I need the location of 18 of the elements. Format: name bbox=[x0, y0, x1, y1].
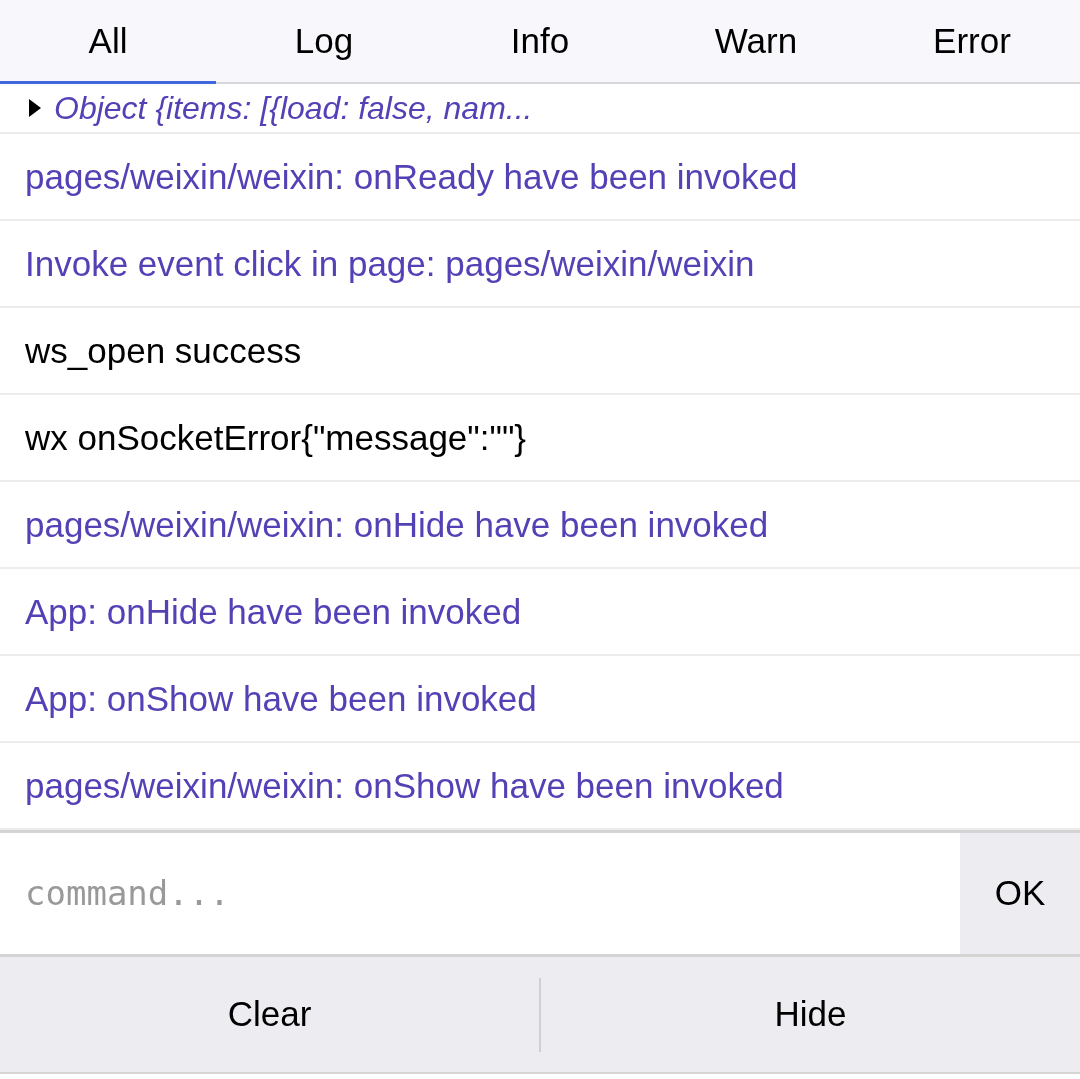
filter-tab[interactable]: All bbox=[0, 0, 216, 82]
filter-tab[interactable]: Info bbox=[432, 0, 648, 82]
log-message: pages/weixin/weixin: onHide have been invoked bbox=[25, 503, 769, 546]
log-message: ws_open success bbox=[25, 329, 302, 372]
log-message: Invoke event click in page: pages/weixin/weixin bbox=[25, 242, 755, 285]
log-message: App: onShow have been invoked bbox=[25, 677, 537, 720]
log-message: pages/weixin/weixin: onReady have been invoked bbox=[25, 155, 798, 198]
filter-tab[interactable]: Log bbox=[216, 0, 432, 82]
expand-triangle-icon[interactable] bbox=[28, 98, 42, 118]
filter-tab[interactable]: Error bbox=[864, 0, 1080, 82]
filter-tab[interactable]: Warn bbox=[648, 0, 864, 82]
ok-button[interactable]: OK bbox=[960, 833, 1080, 954]
toolbar-button[interactable]: Hide bbox=[541, 957, 1080, 1072]
toolbar-button[interactable]: Clear bbox=[0, 957, 539, 1072]
log-message: App: onHide have been invoked bbox=[25, 590, 522, 633]
log-message: wx onSocketError{"message":""} bbox=[25, 416, 527, 459]
log-object-text[interactable]: Object {items: [{load: false, nam... bbox=[54, 88, 533, 128]
log-message: pages/weixin/weixin: onShow have been invoked bbox=[25, 764, 784, 807]
